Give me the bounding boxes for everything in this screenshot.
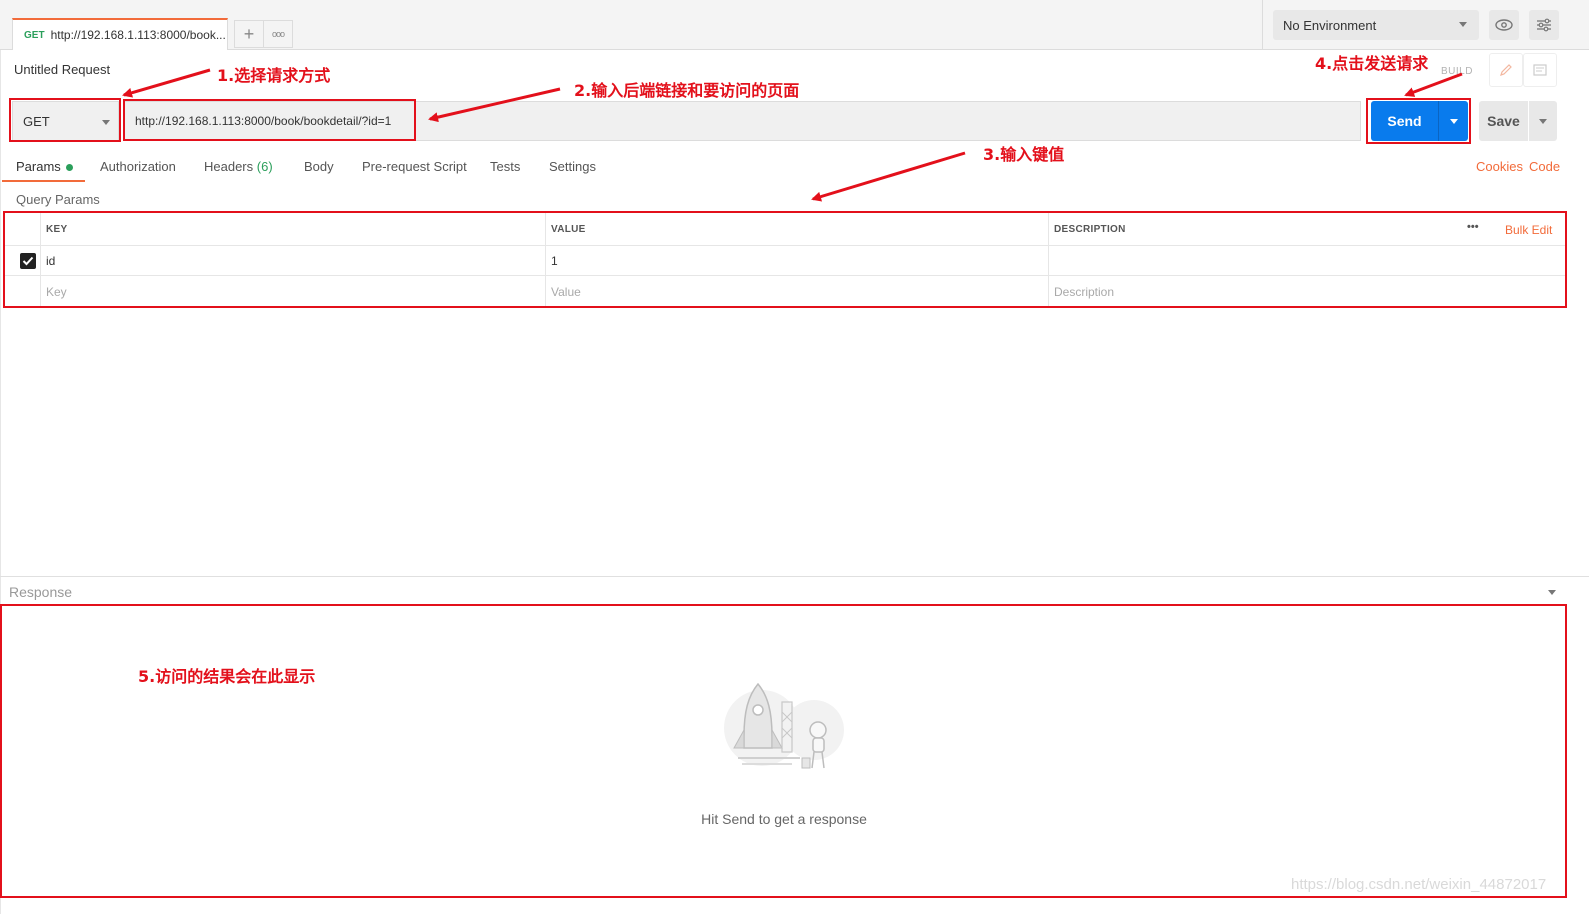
highlight-method [9,98,121,142]
save-options-button[interactable] [1529,101,1557,141]
response-label: Response [9,584,73,600]
annotation-step-2: 2.输入后端链接和要访问的页面 [574,81,800,100]
chevron-down-icon [1459,22,1467,27]
tab-prerequest-script[interactable]: Pre-request Script [362,159,467,174]
sliders-icon [1537,18,1551,32]
annotation-step-4: 4.点击发送请求 [1315,54,1429,73]
query-params-label: Query Params [16,192,100,207]
new-tab-button[interactable]: + [234,20,264,48]
tab-params[interactable]: Params [16,159,73,174]
tab-method: GET [24,29,45,41]
tab-headers[interactable]: Headers (6) [204,159,273,174]
response-divider[interactable] [0,576,1589,577]
divider [1262,0,1263,50]
annotation-step-5: 5.访问的结果会在此显示 [138,667,316,686]
edit-button[interactable] [1489,53,1523,87]
annotation-step-3: 3.输入键值 [983,145,1065,164]
collapse-response-button[interactable] [1548,590,1556,595]
environment-quick-look-button[interactable] [1489,10,1519,40]
save-button[interactable]: Save [1479,101,1528,141]
highlight-send [1366,98,1471,144]
active-tab-indicator [2,180,85,182]
code-link[interactable]: Code [1529,159,1560,174]
tab-tests[interactable]: Tests [490,159,520,174]
arrow-step-3 [811,151,966,202]
arrow-step-1 [122,68,211,98]
comments-button[interactable] [1523,53,1557,87]
more-icon: ooo [271,29,285,39]
tab-authorization[interactable]: Authorization [100,159,176,174]
highlight-url [123,99,416,141]
eye-icon [1495,19,1513,31]
annotation-step-1: 1.选择请求方式 [217,66,331,85]
tab-options-button[interactable]: ooo [263,20,293,48]
chevron-down-icon [1539,118,1547,124]
request-tab[interactable]: GET http://192.168.1.113:8000/book... [12,18,228,50]
tab-params-label: Params [16,159,61,174]
tab-headers-label: Headers [204,159,254,174]
request-title[interactable]: Untitled Request [14,62,110,77]
tab-settings[interactable]: Settings [549,159,596,174]
comment-icon [1533,64,1547,76]
tab-url: http://192.168.1.113:8000/book... [50,28,226,42]
environment-select[interactable]: No Environment [1273,10,1479,40]
pencil-icon [1500,64,1512,76]
manage-environments-button[interactable] [1529,10,1559,40]
environment-label: No Environment [1283,17,1377,33]
status-dot [65,164,73,172]
headers-count: (6) [256,159,273,174]
cookies-link[interactable]: Cookies [1476,159,1523,174]
highlight-params [3,211,1567,308]
arrow-step-4 [1404,72,1463,97]
highlight-response [0,604,1567,898]
chevron-down-icon [1548,590,1556,595]
plus-icon: + [243,23,255,44]
tab-body[interactable]: Body [304,159,334,174]
build-label: BUILD [1441,66,1473,77]
